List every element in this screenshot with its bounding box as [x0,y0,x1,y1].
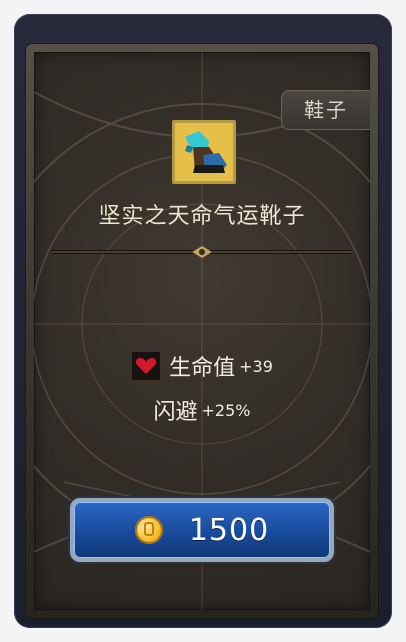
card-frame: 鞋子 坚实之天命气运靴子 生命值 +39 闪避 +25% 1500 [26,44,378,618]
stat-row-hp: 生命值 +39 [34,350,370,382]
stat-label-dodge: 闪避 [153,400,198,425]
stat-row-dodge: 闪避 +25% [34,394,370,426]
stat-value-hp: +39 [239,356,273,376]
price-label: 1500 [188,512,270,548]
gold-coin-icon [134,516,163,544]
card-inner: 鞋子 坚实之天命气运靴子 生命值 +39 闪避 +25% 1500 [34,52,370,610]
stat-value-dodge: +25% [201,400,251,420]
heart-icon [131,351,162,381]
item-name: 坚实之天命气运靴子 [98,204,306,229]
boots-icon [172,120,236,184]
item-detail-card: 鞋子 坚实之天命气运靴子 生命值 +39 闪避 +25% 1500 [14,14,392,628]
stat-label-hp: 生命值 [169,356,236,381]
buy-button[interactable]: 1500 [70,498,334,562]
category-tab: 鞋子 [281,90,370,130]
ornamental-divider [52,246,352,258]
